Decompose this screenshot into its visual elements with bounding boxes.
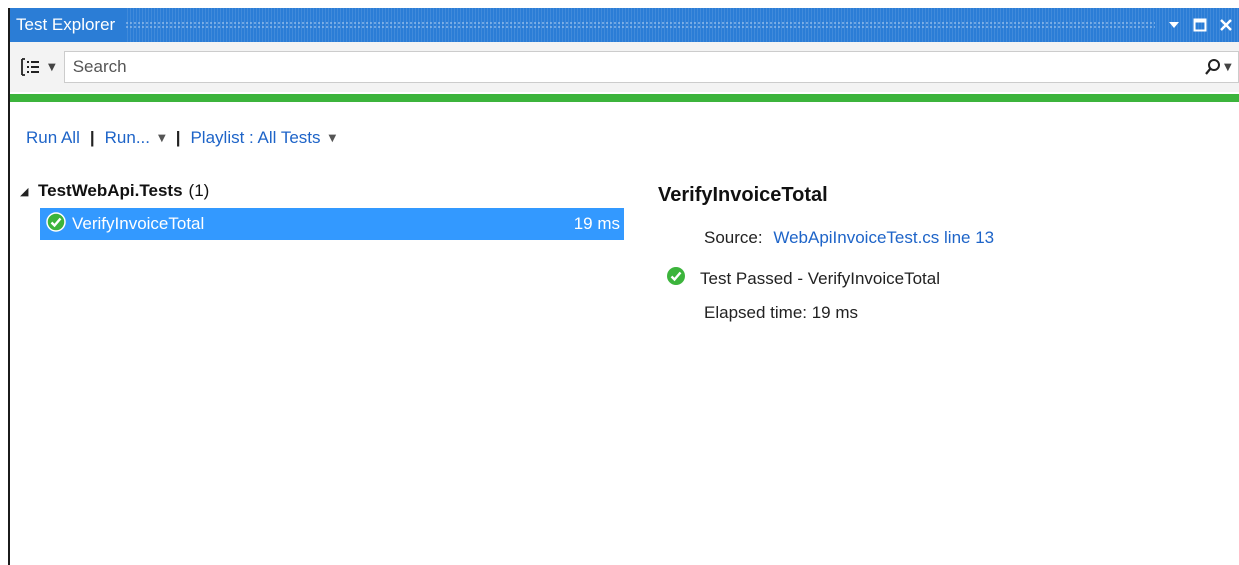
window-controls [1165,16,1239,34]
window-title: Test Explorer [10,8,126,42]
source-label: Source: [704,228,763,247]
search-box[interactable]: ▼ [63,51,1239,83]
run-dropdown-icon[interactable]: ▼ [158,133,166,144]
search-input[interactable] [64,56,1202,78]
group-by-dropdown-icon[interactable]: ▼ [48,62,56,73]
test-progress-bar [10,94,1239,102]
details-title: VerifyInvoiceTotal [658,184,828,206]
result-text: Test Passed - VerifyInvoiceTotal [700,268,941,288]
search-toolbar: ▼ ▼ [10,42,1239,92]
run-all-link[interactable]: Run All [26,128,80,148]
playlist-dropdown-icon[interactable]: ▼ [329,133,337,144]
command-separator: | [89,128,95,147]
playlist-link[interactable]: Playlist : All Tests [190,128,320,148]
test-tree: ◢ TestWebApi.Tests (1) VerifyInvoiceTota… [18,178,624,240]
command-bar: Run All | Run... ▼ | Playlist : All Test… [26,128,336,148]
passed-check-icon [46,211,66,237]
test-explorer-window: Test Explorer ▼ Search ▼ Run All | Run..… [8,8,1239,565]
window-position-dropdown-icon[interactable] [1165,16,1183,34]
maximize-icon[interactable] [1191,16,1209,34]
test-name: VerifyInvoiceTotal [72,214,205,233]
title-bar: Test Explorer [10,8,1239,42]
test-progress-fill [10,94,1239,102]
details-source: Source: WebApiInvoiceTest.cs line 13 [704,228,1218,248]
test-duration: 19 ms [573,214,620,233]
details-pane: VerifyInvoiceTotal Source: WebApiInvoice… [658,184,1218,323]
test-row[interactable]: VerifyInvoiceTotal 19 ms [40,208,624,240]
command-separator: | [175,128,181,147]
passed-check-icon [666,266,686,291]
search-options-dropdown-icon[interactable]: ▼ [1224,62,1238,73]
tree-group-name: TestWebApi.Tests [38,181,183,200]
run-link[interactable]: Run... [105,128,150,148]
collapse-triangle-icon[interactable]: ◢ [20,185,38,198]
search-icon[interactable] [1202,56,1224,78]
details-result: Test Passed - VerifyInvoiceTotal [666,266,1218,291]
tree-group-node[interactable]: ◢ TestWebApi.Tests (1) [18,178,624,204]
close-icon[interactable] [1217,16,1235,34]
elapsed-time: Elapsed time: 19 ms [704,303,859,322]
group-by-icon[interactable] [16,52,46,82]
source-file-link[interactable]: WebApiInvoiceTest.cs line 13 [773,228,994,247]
tree-group-count: (1) [188,181,210,200]
title-grip[interactable] [125,21,1155,29]
